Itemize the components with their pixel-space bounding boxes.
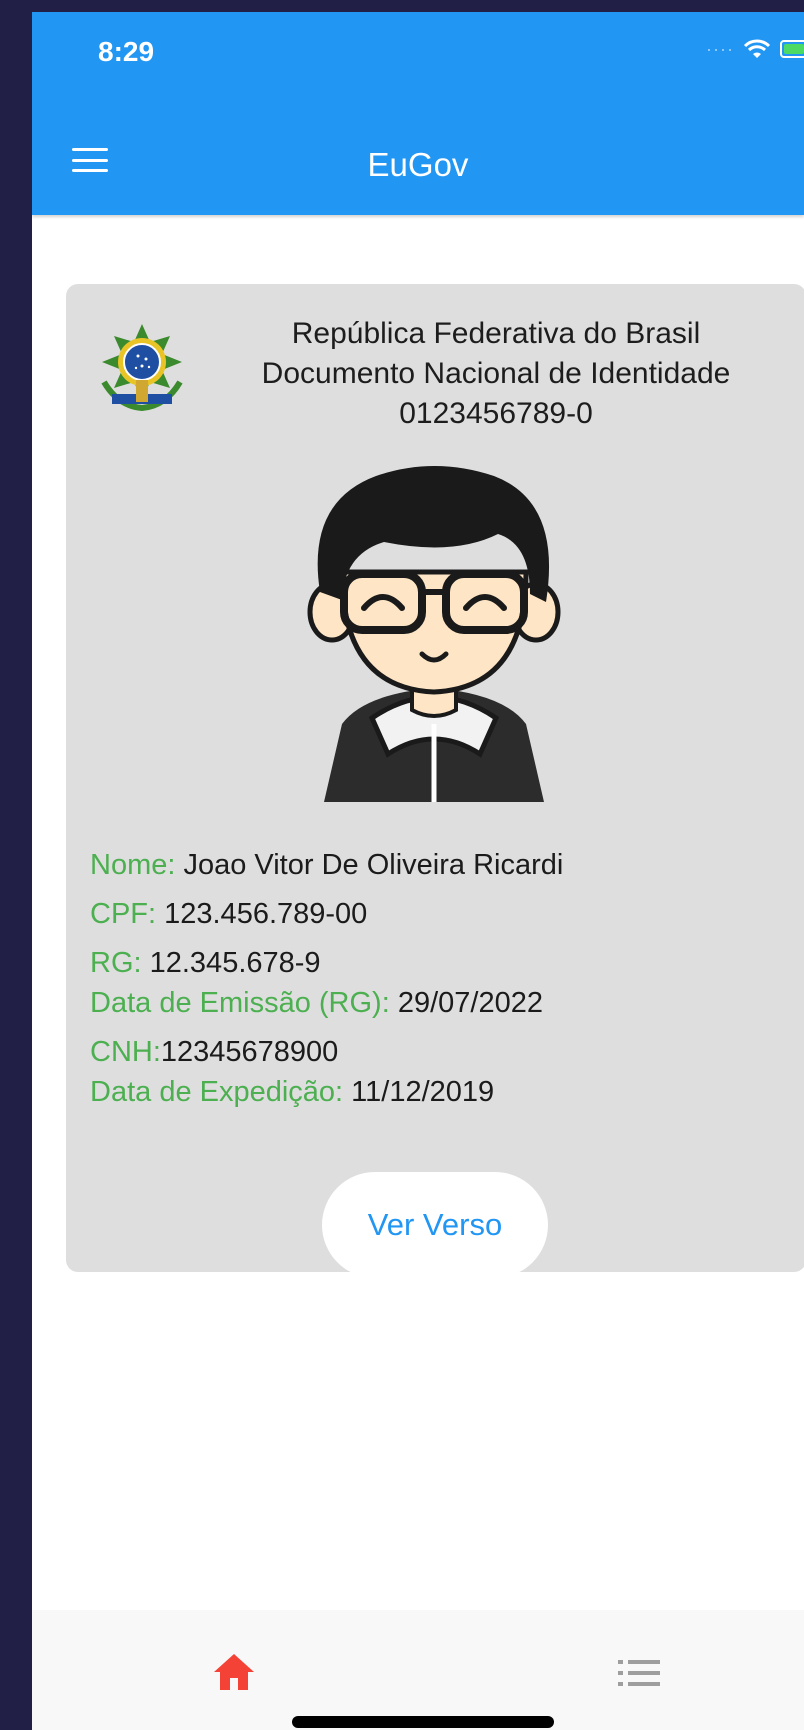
signal-icon: ···· xyxy=(706,38,734,59)
home-icon[interactable] xyxy=(212,1652,256,1692)
app-screen: 8:29 ···· EuGov República Federativa do … xyxy=(32,12,804,1730)
header-document-type: Documento Nacional de Identidade xyxy=(261,357,731,390)
data-expedicao-label: Data de Expedição: xyxy=(90,1076,344,1108)
bottom-nav xyxy=(32,1610,804,1730)
info-cpf: CPF: 123.456.789-00 xyxy=(90,893,563,942)
cnh-label: CNH: xyxy=(90,1036,161,1068)
ver-verso-button[interactable]: Ver Verso xyxy=(322,1172,548,1278)
header-document-number: 0123456789-0 xyxy=(399,397,593,430)
app-bar: 8:29 ···· EuGov xyxy=(32,12,804,215)
card-header: República Federativa do Brasil Documento… xyxy=(186,314,804,434)
coat-of-arms-icon xyxy=(101,324,183,412)
info-rg: RG: 12.345.678-9 xyxy=(90,942,563,982)
identity-info: Nome: Joao Vitor De Oliveira Ricardi CPF… xyxy=(90,844,563,1120)
data-emissao-label: Data de Emissão (RG): xyxy=(90,987,390,1019)
identity-card: República Federativa do Brasil Documento… xyxy=(66,284,804,1278)
app-title: EuGov xyxy=(367,146,469,183)
avatar xyxy=(307,466,561,802)
list-icon[interactable] xyxy=(618,1658,660,1688)
rg-label: RG: xyxy=(90,947,142,979)
wifi-icon xyxy=(743,39,771,58)
rg-value: 12.345.678-9 xyxy=(141,947,321,979)
cnh-value: 12345678900 xyxy=(160,1036,339,1068)
info-nome: Nome: Joao Vitor De Oliveira Ricardi xyxy=(90,844,563,893)
status-time: 8:29 xyxy=(98,36,155,67)
header-country: República Federativa do Brasil xyxy=(291,317,701,350)
home-indicator xyxy=(292,1716,554,1728)
info-data-expedicao: Data de Expedição: 11/12/2019 xyxy=(90,1071,563,1120)
nome-label: Nome: xyxy=(90,849,176,881)
data-emissao-value: 29/07/2022 xyxy=(389,987,543,1019)
info-cnh: CNH:12345678900 xyxy=(90,1031,563,1071)
cpf-label: CPF: xyxy=(90,898,157,930)
cpf-value: 123.456.789-00 xyxy=(156,898,368,930)
status-icons: ···· xyxy=(706,38,804,60)
data-expedicao-value: 11/12/2019 xyxy=(343,1076,495,1108)
nome-value: Joao Vitor De Oliveira Ricardi xyxy=(175,849,564,881)
info-data-emissao: Data de Emissão (RG): 29/07/2022 xyxy=(90,982,563,1031)
battery-icon xyxy=(780,40,804,58)
